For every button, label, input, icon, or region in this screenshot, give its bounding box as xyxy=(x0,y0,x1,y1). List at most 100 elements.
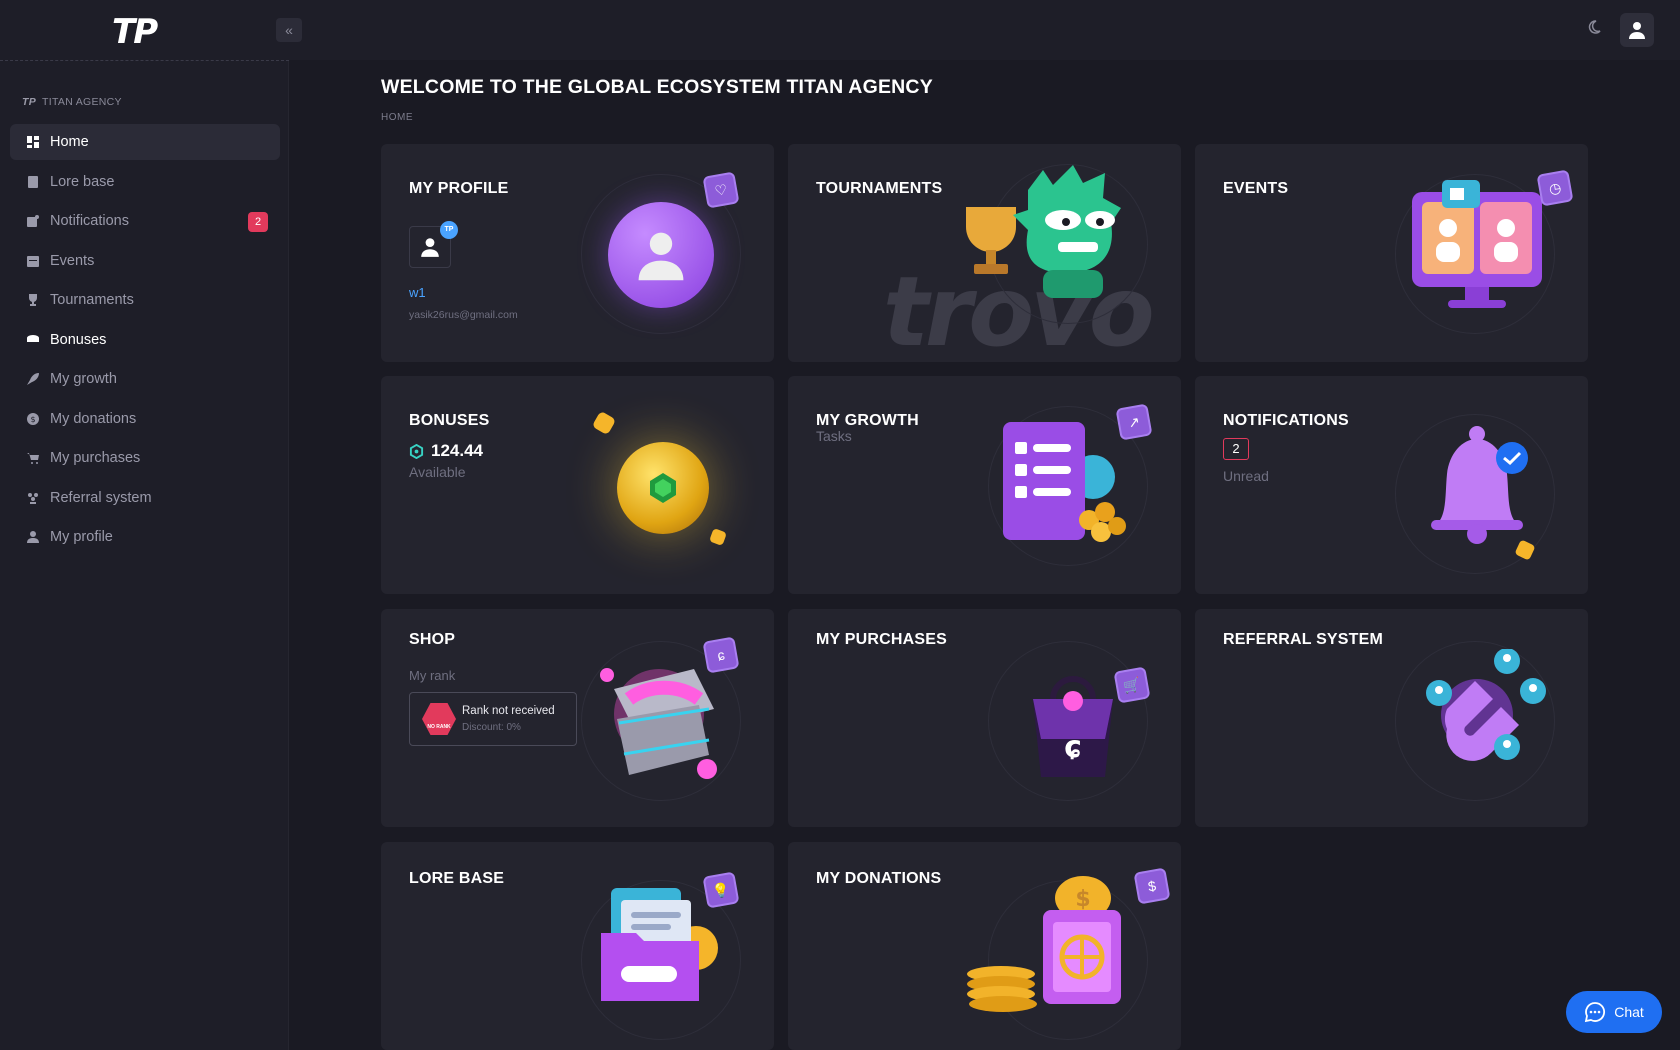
card-tournaments[interactable]: TOURNAMENTS trovo xyxy=(788,144,1181,362)
users-icon xyxy=(26,491,40,505)
sidebar-item-label: Notifications xyxy=(50,213,129,229)
user-icon xyxy=(1629,22,1645,39)
video-call-illustration xyxy=(1412,180,1542,308)
rank-badge-icon: NO RANK xyxy=(422,703,456,735)
sidebar-section-label: TP TITAN AGENCY xyxy=(22,96,122,108)
sidebar-item-label: Referral system xyxy=(50,489,152,506)
card-title: TOURNAMENTS xyxy=(816,180,943,197)
brand-icon: ɕ xyxy=(702,636,740,674)
sparkle-decoration xyxy=(591,410,617,436)
user-icon xyxy=(638,232,684,281)
rank-box[interactable]: NO RANK Rank not received Discount: 0% xyxy=(409,692,577,746)
folder-illustration xyxy=(601,888,718,1001)
calendar-icon xyxy=(26,254,40,268)
sidebar: TP TITAN AGENCY Home Lore base Notificati… xyxy=(0,60,289,1050)
sidebar-item-label: Events xyxy=(50,252,95,269)
sidebar-item-my-donations[interactable]: $ My donations xyxy=(10,401,280,437)
user-menu-button[interactable] xyxy=(1620,13,1654,47)
magnet-users-illustration xyxy=(1426,649,1546,761)
card-events[interactable]: EVENTS ◷ xyxy=(1195,144,1588,362)
cart-icon: 🛒 xyxy=(1113,666,1151,704)
trend-up-icon: ↗ xyxy=(1115,403,1153,441)
card-title: EVENTS xyxy=(1223,180,1289,197)
notification-badge: 2 xyxy=(248,212,268,232)
sidebar-item-label: Lore base xyxy=(50,173,115,190)
user-icon xyxy=(26,530,40,544)
bonus-amount: 124.44 xyxy=(431,441,483,460)
sidebar-item-label: My purchases xyxy=(50,450,141,466)
section-logo: TP xyxy=(22,96,37,108)
trophy-icon xyxy=(26,293,40,307)
sidebar-nav: Home Lore base Notifications 2 Events To… xyxy=(10,124,280,559)
coin-illustration xyxy=(617,442,709,534)
card-notifications[interactable]: NOTIFICATIONS 2 Unread xyxy=(1195,376,1588,594)
bonus-balance: 124.44 xyxy=(409,441,483,461)
profile-illustration xyxy=(608,202,714,308)
card-my-growth[interactable]: MY GROWTH Tasks ↗ xyxy=(788,376,1181,594)
sidebar-item-referral-system[interactable]: Referral system xyxy=(10,480,280,516)
sparkle-decoration xyxy=(709,528,727,546)
bell-illustration xyxy=(1431,426,1535,560)
lightbulb-icon: 💡 xyxy=(702,871,740,909)
notification-icon xyxy=(26,214,40,228)
card-my-donations[interactable]: MY DONATIONS $ $ xyxy=(788,842,1181,1050)
sidebar-item-my-growth[interactable]: My growth xyxy=(10,361,280,397)
sidebar-item-label: Tournaments xyxy=(50,292,134,308)
sidebar-item-notifications[interactable]: Notifications 2 xyxy=(10,203,280,239)
book-icon xyxy=(26,175,40,189)
sidebar-item-label: My profile xyxy=(50,529,113,545)
dashboard-icon xyxy=(26,135,40,149)
unread-count-badge: 2 xyxy=(1223,438,1249,460)
card-lore-base[interactable]: LORE BASE 💡 xyxy=(381,842,774,1050)
chevrons-left-icon: « xyxy=(285,22,293,38)
sidebar-item-my-purchases[interactable]: My purchases xyxy=(10,440,280,476)
avatar[interactable]: TP xyxy=(409,221,458,268)
theme-toggle-button[interactable] xyxy=(1584,20,1604,40)
card-referral-system[interactable]: REFERRAL SYSTEM xyxy=(1195,609,1588,827)
chat-button[interactable]: Chat xyxy=(1566,991,1662,1033)
safe-coins-illustration: $ xyxy=(967,876,1121,1012)
svg-text:$: $ xyxy=(30,415,35,424)
sidebar-item-my-profile[interactable]: My profile xyxy=(10,519,280,555)
svg-text:$: $ xyxy=(1075,887,1090,912)
sidebar-item-label: Bonuses xyxy=(50,331,107,348)
card-my-profile[interactable]: MY PROFILE TP w1 yasik26rus@gmail.com ♡ xyxy=(381,144,774,362)
profile-email: yasik26rus@gmail.com xyxy=(409,309,518,321)
moon-icon xyxy=(1588,20,1601,34)
profile-username[interactable]: w1 xyxy=(409,285,426,300)
cart-icon xyxy=(26,451,40,465)
sidebar-item-bonuses[interactable]: Bonuses xyxy=(10,322,280,358)
growth-subtitle: Tasks xyxy=(816,428,852,444)
sidebar-item-events[interactable]: Events xyxy=(10,243,280,279)
bonus-status: Available xyxy=(409,464,466,480)
svg-text:ɕ: ɕ xyxy=(1064,730,1082,765)
breadcrumb[interactable]: HOME xyxy=(381,112,413,123)
card-my-purchases[interactable]: MY PURCHASES ɕ 🛒 xyxy=(788,609,1181,827)
rank-label: My rank xyxy=(409,668,456,683)
card-title: LORE BASE xyxy=(409,870,505,887)
rank-status: Rank not received xyxy=(462,705,555,717)
card-title: MY PURCHASES xyxy=(816,631,948,648)
token-icon xyxy=(409,443,424,459)
top-bar: TP « xyxy=(0,0,1680,60)
sidebar-item-lore-base[interactable]: Lore base xyxy=(10,164,280,200)
collapse-sidebar-button[interactable]: « xyxy=(276,18,302,42)
card-title: REFERRAL SYSTEM xyxy=(1223,631,1384,648)
dollar-icon: $ xyxy=(1133,867,1171,905)
user-icon xyxy=(421,238,439,257)
rank-discount: Discount: 0% xyxy=(462,722,521,733)
sidebar-item-label: Home xyxy=(50,134,89,150)
sidebar-item-tournaments[interactable]: Tournaments xyxy=(10,282,280,318)
card-title: BONUSES xyxy=(409,412,490,429)
coin-stack-icon xyxy=(26,333,40,347)
card-bonuses[interactable]: BONUSES 124.44 Available xyxy=(381,376,774,594)
heart-icon: ♡ xyxy=(702,171,740,209)
card-shop[interactable]: SHOP My rank NO RANK Rank not received D… xyxy=(381,609,774,827)
chat-label: Chat xyxy=(1614,1004,1644,1020)
chat-bubble-icon xyxy=(1585,1002,1606,1023)
rocket-icon xyxy=(26,372,40,386)
sidebar-item-home[interactable]: Home xyxy=(10,124,280,160)
app-logo[interactable]: TP xyxy=(112,12,158,52)
sidebar-item-label: My donations xyxy=(50,410,137,427)
dollar-icon: $ xyxy=(26,412,40,426)
